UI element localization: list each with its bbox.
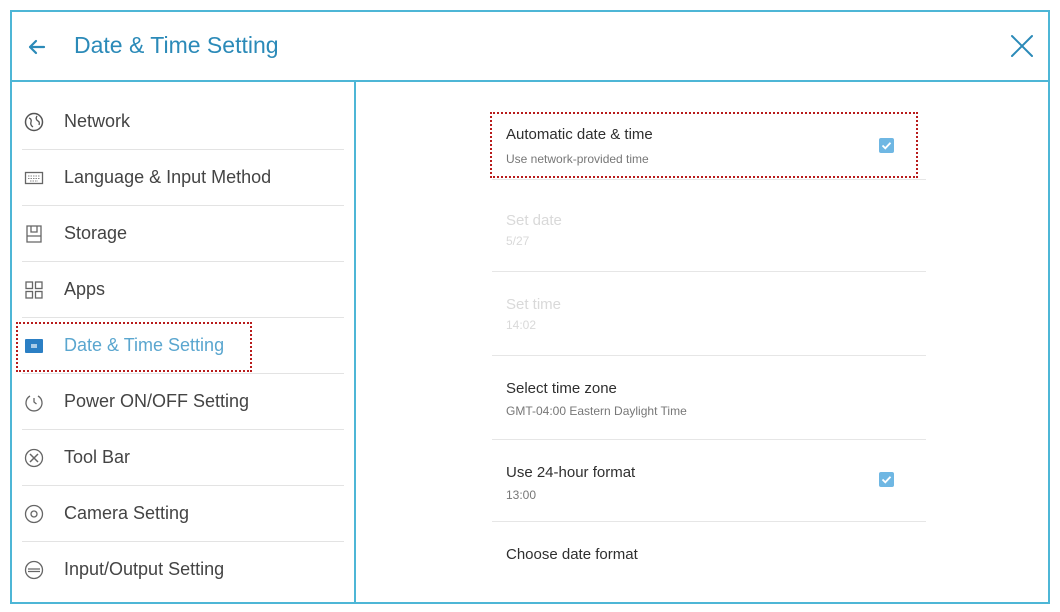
sidebar-item-label: Network	[64, 111, 131, 131]
setting-subtitle: 13:00	[506, 488, 537, 502]
highlight-outline-sidebar	[16, 322, 252, 372]
setting-title: Select time zone	[506, 380, 617, 397]
set-date-row[interactable]: Set date 5/27	[492, 180, 926, 272]
sidebar-item-label: Tool Bar	[64, 447, 131, 467]
setting-subtitle: 14:02	[506, 318, 537, 332]
camera-icon	[24, 504, 44, 524]
settings-window: Date & Time Setting Network Language & I…	[10, 10, 1050, 604]
sidebar-item-input-output[interactable]: Input/Output Setting	[12, 542, 354, 598]
sidebar-item-label: Storage	[64, 223, 128, 243]
power-clock-icon	[25, 395, 43, 412]
setting-title: Set date	[506, 212, 562, 229]
date-format-row[interactable]: Choose date format	[506, 522, 926, 592]
input-output-icon	[24, 560, 44, 580]
setting-subtitle: GMT-04:00 Eastern Daylight Time	[506, 404, 687, 418]
settings-sidebar: Network Language & Input Method Storage	[12, 82, 356, 602]
sidebar-item-apps[interactable]: Apps	[12, 262, 354, 318]
setting-subtitle: 5/27	[506, 234, 530, 248]
sidebar-item-power[interactable]: Power ON/OFF Setting	[12, 374, 354, 430]
back-button[interactable]	[24, 34, 50, 60]
page-title: Date & Time Setting	[74, 32, 279, 58]
keyboard-icon	[24, 171, 44, 185]
date-time-settings-panel: Automatic date & time Use network-provid…	[356, 82, 1048, 602]
checkmark-icon	[881, 476, 892, 484]
close-button[interactable]	[1006, 30, 1038, 62]
title-bar: Date & Time Setting	[12, 12, 1048, 82]
storage-icon	[26, 225, 42, 243]
setting-title: Set time	[506, 296, 562, 313]
apps-grid-icon	[25, 281, 43, 299]
sidebar-item-label: Input/Output Setting	[64, 559, 225, 579]
sidebar-item-label: Power ON/OFF Setting	[64, 391, 250, 411]
arrow-left-icon	[28, 39, 46, 55]
hour-format-checkbox[interactable]	[879, 472, 894, 487]
toolbar-icon	[24, 448, 44, 468]
sidebar-item-storage[interactable]: Storage	[12, 206, 354, 262]
setting-title: Use 24-hour format	[506, 464, 636, 481]
time-zone-row[interactable]: Select time zone GMT-04:00 Eastern Dayli…	[492, 356, 926, 440]
setting-title: Choose date format	[506, 546, 638, 563]
sidebar-item-toolbar[interactable]: Tool Bar	[12, 430, 354, 486]
hour-format-row[interactable]: Use 24-hour format 13:00	[492, 440, 926, 522]
sidebar-item-camera[interactable]: Camera Setting	[12, 486, 354, 542]
sidebar-item-label: Apps	[64, 279, 106, 299]
close-icon	[1011, 35, 1033, 57]
set-time-row[interactable]: Set time 14:02	[492, 272, 926, 356]
sidebar-item-label: Language & Input Method	[64, 167, 272, 187]
sidebar-item-language[interactable]: Language & Input Method	[12, 150, 354, 206]
sidebar-item-network[interactable]: Network	[12, 94, 354, 150]
sidebar-item-label: Camera Setting	[64, 503, 190, 523]
highlight-outline-automatic	[490, 112, 918, 178]
globe-icon	[24, 112, 44, 132]
